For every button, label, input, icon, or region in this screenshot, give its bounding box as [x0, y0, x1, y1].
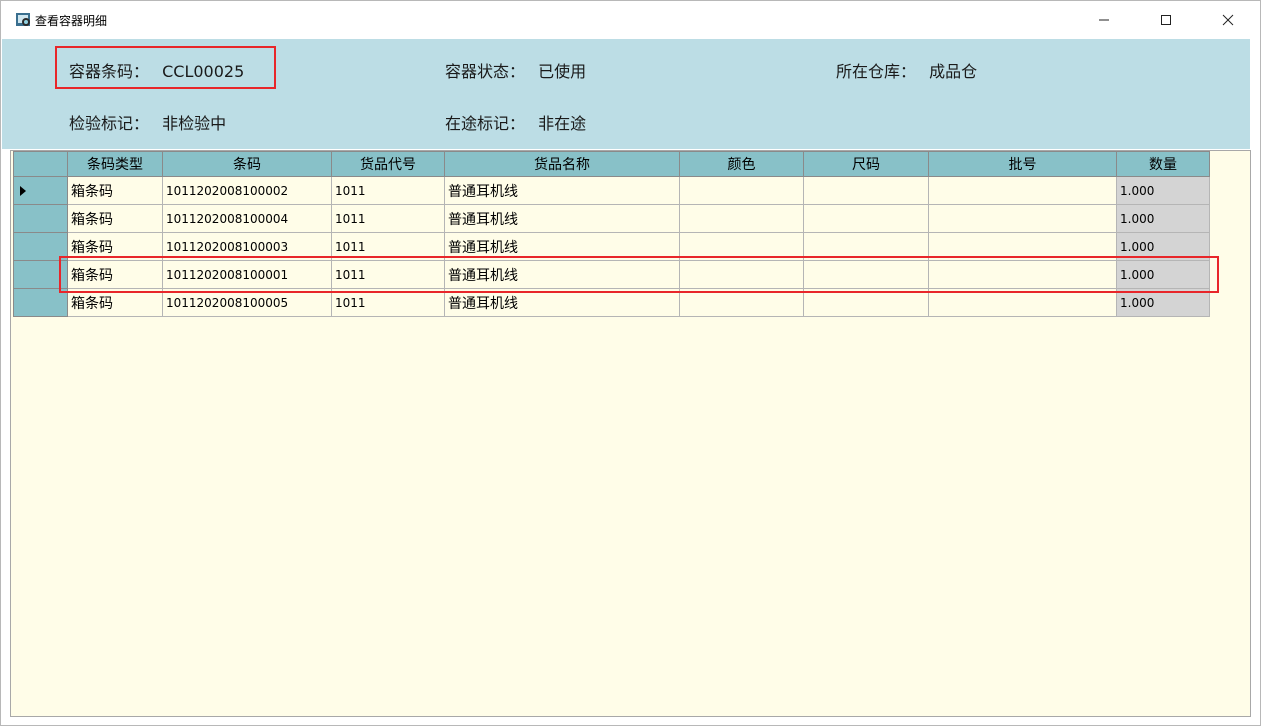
- cell-size[interactable]: [803, 176, 929, 205]
- column-header[interactable]: 数量: [1116, 151, 1210, 177]
- minimize-icon: [1099, 19, 1109, 21]
- minimize-button[interactable]: [1073, 1, 1135, 39]
- cell-barcode[interactable]: 1011202008100002: [162, 176, 332, 205]
- warehouse-value: 成品仓: [929, 62, 978, 81]
- cell-item-code[interactable]: 1011: [331, 204, 445, 233]
- cell-size[interactable]: [803, 204, 929, 233]
- inspection-field: 检验标记： 非检验中: [69, 110, 226, 134]
- column-header[interactable]: 货品代号: [331, 151, 445, 177]
- transit-field: 在途标记： 非在途: [445, 110, 586, 134]
- cell-item-code[interactable]: 1011: [331, 176, 445, 205]
- cell-quantity[interactable]: 1.000: [1116, 204, 1210, 233]
- cell-item-name[interactable]: 普通耳机线: [444, 176, 680, 205]
- cell-quantity[interactable]: 1.000: [1116, 176, 1210, 205]
- window-title: 查看容器明细: [35, 14, 108, 28]
- warehouse-label: 所在仓库：: [836, 62, 917, 81]
- title-bar: 查看容器明细: [1, 1, 1260, 39]
- maximize-icon: [1161, 15, 1171, 25]
- transit-label: 在途标记：: [445, 114, 526, 133]
- maximize-button[interactable]: [1135, 1, 1197, 39]
- cell-color[interactable]: [679, 204, 804, 233]
- column-header[interactable]: 货品名称: [444, 151, 680, 177]
- table-row[interactable]: 箱条码 1011202008100002 1011 普通耳机线 1.000: [13, 176, 1210, 205]
- column-header[interactable]: 批号: [928, 151, 1117, 177]
- current-row-indicator-icon: [20, 185, 26, 196]
- container-detail-window: 查看容器明细 容器条码： CCL00025 容器状态： 已使用 所在仓库： 成品…: [0, 0, 1261, 726]
- container-status-value: 已使用: [538, 62, 587, 81]
- cell-item-name[interactable]: 普通耳机线: [444, 204, 680, 233]
- container-status-field: 容器状态： 已使用: [445, 58, 586, 82]
- row-selector[interactable]: [13, 204, 68, 233]
- column-header[interactable]: 尺码: [803, 151, 929, 177]
- row-header-corner: [13, 151, 68, 177]
- column-header[interactable]: 颜色: [679, 151, 804, 177]
- container-info-panel: 容器条码： CCL00025 容器状态： 已使用 所在仓库： 成品仓 检验标记：…: [2, 39, 1250, 149]
- warehouse-field: 所在仓库： 成品仓: [836, 58, 977, 82]
- barcode-grid[interactable]: 条码类型 条码 货品代号 货品名称 颜色 尺码 批号 数量 箱条码 101120…: [10, 150, 1251, 717]
- close-icon: [1222, 14, 1234, 26]
- table-row[interactable]: 箱条码 1011202008100004 1011 普通耳机线 1.000: [13, 204, 1210, 233]
- cell-barcode-type[interactable]: 箱条码: [67, 176, 163, 205]
- container-code-value: CCL00025: [162, 62, 245, 81]
- cell-barcode[interactable]: 1011202008100004: [162, 204, 332, 233]
- row-selector[interactable]: [13, 176, 68, 205]
- transit-value: 非在途: [538, 114, 587, 133]
- cell-color[interactable]: [679, 176, 804, 205]
- cell-batch[interactable]: [928, 204, 1117, 233]
- cell-batch[interactable]: [928, 176, 1117, 205]
- container-code-field: 容器条码： CCL00025: [69, 58, 244, 82]
- inspection-label: 检验标记：: [69, 114, 150, 133]
- app-icon: [15, 11, 33, 29]
- container-status-label: 容器状态：: [445, 62, 526, 81]
- column-header[interactable]: 条码: [162, 151, 332, 177]
- grid-header-row: 条码类型 条码 货品代号 货品名称 颜色 尺码 批号 数量: [13, 151, 1210, 177]
- column-header[interactable]: 条码类型: [67, 151, 163, 177]
- inspection-value: 非检验中: [162, 114, 227, 133]
- close-button[interactable]: [1197, 1, 1259, 39]
- cell-barcode-type[interactable]: 箱条码: [67, 204, 163, 233]
- highlight-box-row: [59, 256, 1219, 293]
- container-code-label: 容器条码：: [69, 62, 150, 81]
